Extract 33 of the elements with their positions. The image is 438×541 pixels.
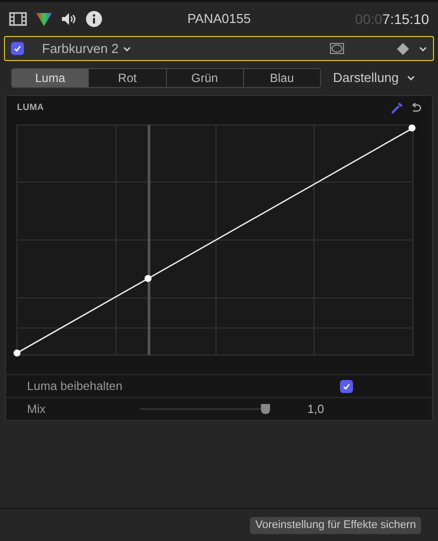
effect-name[interactable]: Farbkurven 2 [42, 38, 131, 58]
view-menu[interactable]: Darstellung [333, 68, 415, 88]
curve-point[interactable] [408, 124, 416, 132]
checkbox[interactable] [340, 380, 353, 392]
mask-icon[interactable] [330, 43, 344, 54]
timecode: 7:15:10 [382, 10, 429, 28]
tab[interactable]: Grün [166, 69, 243, 87]
mix-value: 1,0 [306, 401, 324, 418]
chevron-icon [406, 75, 415, 81]
checkmark-icon [342, 382, 351, 390]
chevron-icon [419, 46, 427, 52]
curve-point[interactable] [144, 275, 152, 282]
speaker-icon[interactable] [61, 12, 77, 26]
keyframe-icon[interactable] [397, 42, 409, 54]
checkmark-icon [13, 44, 22, 53]
slider-thumb[interactable] [261, 404, 270, 414]
row-label: Mix [27, 401, 47, 418]
tab[interactable]: Blau [242, 69, 320, 87]
undo-icon[interactable] [411, 102, 421, 114]
eyedropper-icon[interactable] [391, 102, 403, 114]
film-icon[interactable] [9, 12, 27, 26]
curve-point[interactable] [14, 350, 20, 356]
clip-name: PANA0155 [186, 10, 252, 28]
curve-title: LUMA [17, 101, 44, 114]
tab[interactable]: Rot [88, 69, 166, 87]
checkbox[interactable] [11, 42, 24, 55]
mix-slider[interactable] [140, 404, 270, 414]
tab[interactable]: Luma [12, 69, 88, 87]
row-label: Luma beibehalten [27, 378, 124, 395]
color-triangle-icon[interactable] [36, 12, 52, 26]
info-icon[interactable] [86, 11, 102, 27]
chevron-icon [122, 46, 131, 52]
save-preset-button[interactable]: Voreinstellung für Effekte sichern [250, 516, 421, 534]
